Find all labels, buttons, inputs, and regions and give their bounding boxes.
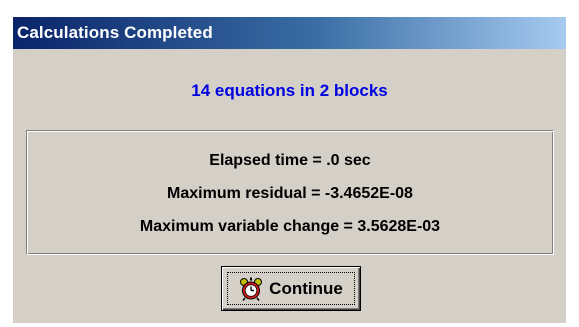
continue-button[interactable]: Continue	[221, 266, 361, 311]
calculations-dialog: Calculations Completed 14 equations in 2…	[13, 17, 566, 323]
elapsed-time-text: Elapsed time = .0 sec	[209, 152, 371, 169]
continue-button-label: Continue	[269, 278, 343, 298]
alarm-clock-icon	[239, 277, 263, 301]
maximum-residual-text: Maximum residual = -3.4652E-08	[167, 185, 413, 202]
equations-summary: 14 equations in 2 blocks	[191, 81, 388, 100]
results-panel: Elapsed time = .0 sec Maximum residual =…	[26, 130, 554, 255]
dialog-title: Calculations Completed	[17, 23, 213, 42]
dialog-title-bar[interactable]: Calculations Completed	[13, 17, 566, 49]
maximum-variable-change-text: Maximum variable change = 3.5628E-03	[139, 218, 441, 235]
